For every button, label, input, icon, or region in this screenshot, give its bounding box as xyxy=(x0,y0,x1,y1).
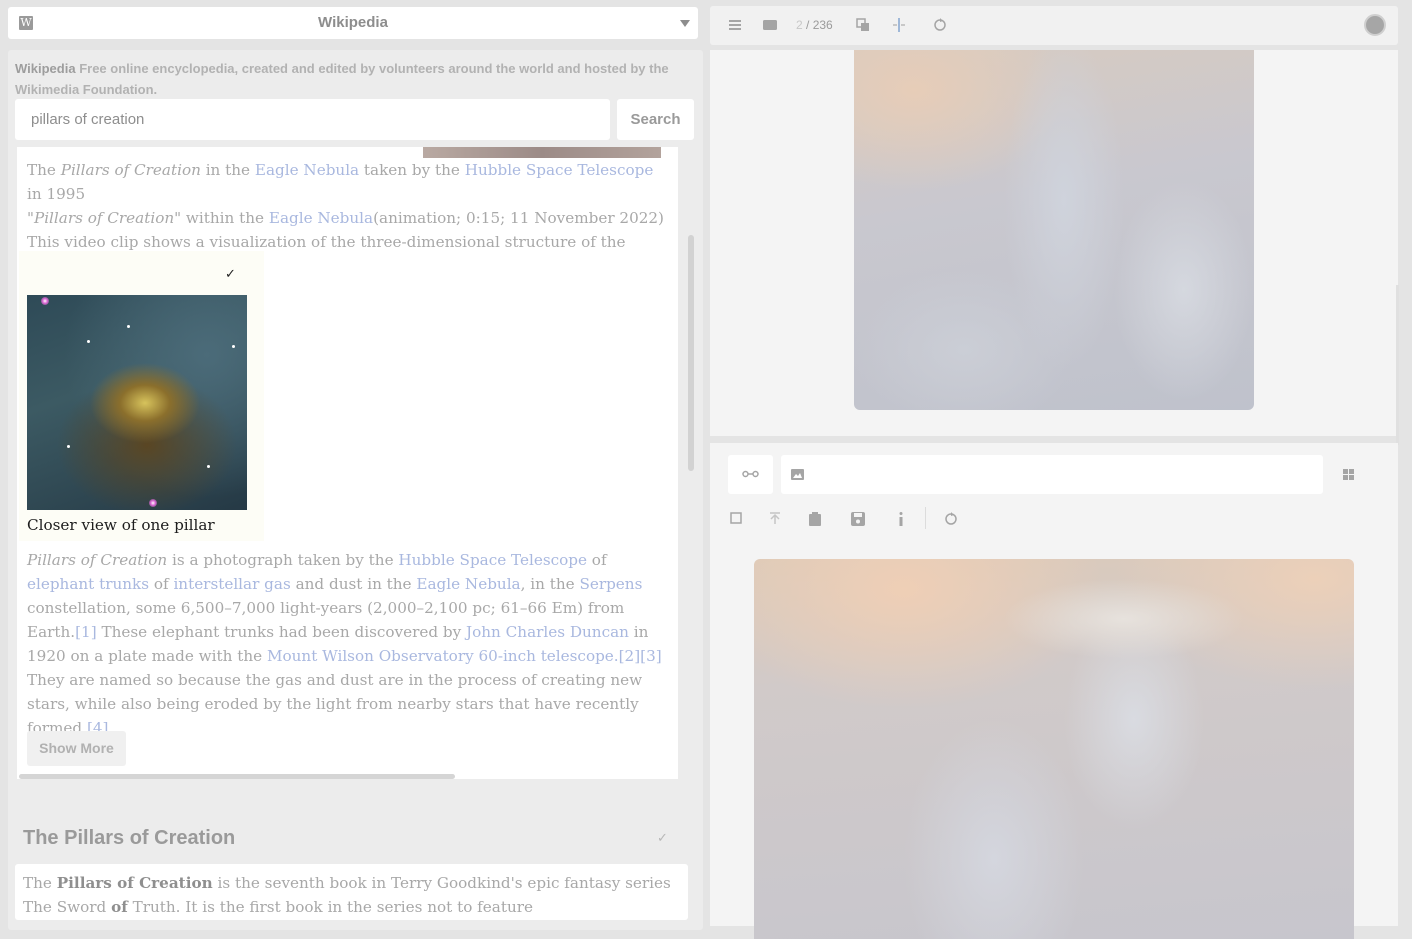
viewer-scrollbar[interactable] xyxy=(1396,285,1399,445)
horizontal-scrollbar[interactable] xyxy=(19,774,455,779)
result2-title[interactable]: The Pillars of Creation xyxy=(23,827,235,850)
grid-icon[interactable] xyxy=(1343,469,1354,480)
link-icon xyxy=(742,470,759,478)
clipboard-icon[interactable] xyxy=(809,512,821,526)
link-eagle-nebula[interactable]: Eagle Nebula xyxy=(255,161,359,179)
toolbar-divider xyxy=(925,507,926,529)
checkbox-icon[interactable] xyxy=(730,512,742,524)
summary-paragraph: Pillars of Creation is a photograph take… xyxy=(27,551,662,737)
site-name: Wikipedia xyxy=(15,61,76,76)
search-panel: Wikipedia Free online encyclopedia, crea… xyxy=(8,50,703,930)
star xyxy=(127,325,130,328)
search-button[interactable]: Search xyxy=(617,99,694,140)
link-interstellar-gas[interactable]: interstellar gas xyxy=(173,575,290,593)
editor-panel xyxy=(710,443,1398,939)
check-icon[interactable]: ✓ xyxy=(657,831,668,846)
star xyxy=(207,465,210,468)
recycle-icon[interactable] xyxy=(944,512,958,526)
folder-icon[interactable] xyxy=(763,18,777,32)
source-title: Wikipedia xyxy=(318,14,388,31)
link-mount-wilson[interactable]: Mount Wilson Observatory 60-inch telesco… xyxy=(267,647,619,665)
vertical-scrollbar[interactable] xyxy=(688,235,694,471)
star xyxy=(41,297,49,305)
avatar[interactable] xyxy=(1364,14,1386,36)
article-image-partial xyxy=(423,147,661,158)
site-tagline: Free online encyclopedia, created and ed… xyxy=(15,61,669,97)
link-eagle-nebula-2[interactable]: Eagle Nebula xyxy=(269,209,373,227)
chevron-down-icon[interactable] xyxy=(680,20,690,27)
link-elephant-trunks[interactable]: elephant trunks xyxy=(27,575,149,593)
result2-card: The Pillars of Creation is the seventh b… xyxy=(15,864,688,920)
menu-icon[interactable] xyxy=(728,18,742,32)
figure: ✓ Closer view of one pillar xyxy=(19,251,264,541)
image-icon xyxy=(791,469,804,480)
star xyxy=(87,340,90,343)
info-icon[interactable] xyxy=(898,512,904,526)
source-selector[interactable]: W Wikipedia xyxy=(8,7,698,39)
pillars-image-main[interactable] xyxy=(754,559,1354,939)
link-button[interactable] xyxy=(728,455,773,494)
result-card: The Pillars of Creation in the Eagle Neb… xyxy=(17,147,678,779)
image-viewer xyxy=(710,50,1399,445)
show-more-button[interactable]: Show More xyxy=(27,731,126,766)
check-icon[interactable]: ✓ xyxy=(225,263,236,287)
split-icon[interactable] xyxy=(892,18,906,32)
link-serpens[interactable]: Serpens xyxy=(579,575,642,593)
link-john-charles-duncan[interactable]: John Charles Duncan xyxy=(466,623,629,641)
pillars-image-preview[interactable] xyxy=(854,50,1254,410)
result2-snippet: The Pillars of Creation is the seventh b… xyxy=(23,874,671,916)
recycle-icon[interactable] xyxy=(933,18,947,32)
page-total: / 236 xyxy=(806,18,833,32)
star xyxy=(149,499,157,507)
site-description: Wikipedia Free online encyclopedia, crea… xyxy=(15,58,685,100)
star xyxy=(232,345,235,348)
ref-1[interactable]: [1] xyxy=(75,623,97,641)
save-icon[interactable] xyxy=(851,512,865,526)
ref-3[interactable]: [3] xyxy=(640,647,662,665)
ref-2[interactable]: [2] xyxy=(619,647,641,665)
upload-icon[interactable] xyxy=(769,512,781,525)
page-counter: 2 / 236 xyxy=(796,18,833,32)
link-eagle-nebula-3[interactable]: Eagle Nebula xyxy=(416,575,520,593)
link-hubble-2[interactable]: Hubble Space Telescope xyxy=(398,551,587,569)
copy-icon[interactable] xyxy=(856,18,870,32)
image-field[interactable] xyxy=(781,455,1323,494)
page-current[interactable]: 2 xyxy=(796,18,803,32)
figure-caption: Closer view of one pillar xyxy=(27,516,215,534)
star xyxy=(67,445,70,448)
search-input[interactable] xyxy=(15,99,610,140)
link-hubble[interactable]: Hubble Space Telescope xyxy=(465,161,654,179)
viewer-toolbar: 2 / 236 xyxy=(710,6,1398,45)
pillar-image[interactable] xyxy=(27,295,247,510)
